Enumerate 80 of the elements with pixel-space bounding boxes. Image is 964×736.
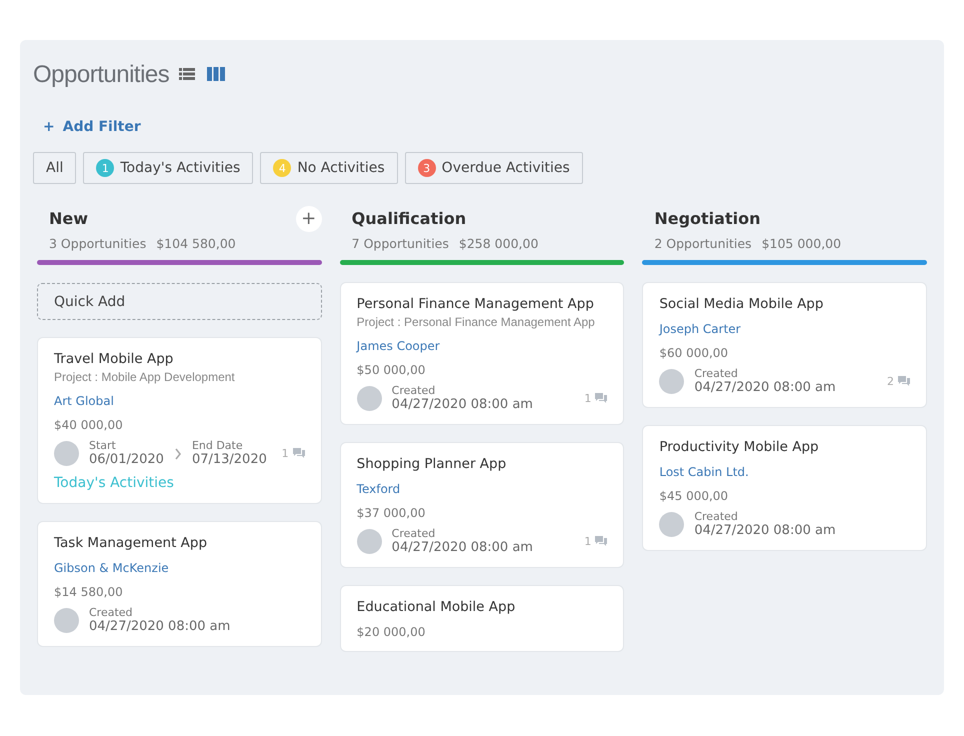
date-label: Created bbox=[694, 368, 739, 380]
comments-icon bbox=[595, 536, 608, 547]
amount-text: $40 000,00 bbox=[54, 418, 124, 432]
date-label: Start bbox=[89, 440, 117, 452]
opportunity-count: 2 Opportunities bbox=[654, 236, 752, 251]
amount-text: $45 000,00 bbox=[659, 489, 730, 503]
comments-icon bbox=[898, 376, 910, 387]
avatar-icon bbox=[356, 386, 382, 411]
opportunity-card[interactable]: Educational Mobile App $20 000,00 bbox=[340, 585, 624, 652]
opportunity-count: 3 Opportunities bbox=[49, 236, 146, 251]
amount-text: $37 000,00 bbox=[356, 506, 426, 520]
date-value: 04/27/2020 08:00 am bbox=[392, 540, 533, 555]
opportunity-card[interactable]: Task Management App Gibson & McKenzie $14 580,00 Created 04/27/2020 08:00 am bbox=[37, 521, 322, 647]
avatar-icon bbox=[54, 608, 79, 633]
project-label: Project : Mobile App Development bbox=[54, 370, 236, 384]
amount-text: $50 000,00 bbox=[356, 363, 426, 377]
date-value: 04/27/2020 08:00 am bbox=[694, 380, 836, 395]
date-value: 04/27/2020 08:00 am bbox=[89, 619, 230, 634]
count-badge: 1 bbox=[96, 159, 114, 177]
date-label: Created bbox=[89, 607, 134, 619]
comment-count: 1 bbox=[584, 392, 592, 405]
column-total: $105 000,00 bbox=[762, 236, 842, 251]
date-label: Created bbox=[694, 511, 739, 523]
date-label: Created bbox=[392, 385, 436, 397]
opportunity-card[interactable]: Shopping Planner App Texford $37 000,00 Created 04/27/2020 08:00 am 1 bbox=[340, 442, 624, 568]
filter-button[interactable]: 4 No Activities bbox=[260, 152, 398, 184]
comments-icon bbox=[292, 448, 305, 459]
column-total: $104 580,00 bbox=[156, 236, 236, 251]
opportunity-card[interactable]: Productivity Mobile App Lost Cabin Ltd. $45 000,00 Created 04/27/2020 08:00 am bbox=[642, 425, 928, 551]
card-title: Personal Finance Management App bbox=[356, 296, 595, 312]
comments-icon bbox=[595, 393, 608, 404]
date-label: End Date bbox=[192, 440, 244, 452]
avatar-icon bbox=[659, 512, 684, 537]
avatar-icon bbox=[356, 529, 382, 554]
column-title: New bbox=[49, 209, 88, 228]
date-value: 04/27/2020 08:00 am bbox=[392, 397, 533, 412]
page-title: Opportunities bbox=[33, 61, 170, 89]
add-button[interactable]: + bbox=[296, 206, 322, 232]
card-title: Shopping Planner App bbox=[356, 456, 508, 472]
list-view-icon[interactable] bbox=[179, 67, 198, 83]
date-value: 04/27/2020 08:00 am bbox=[694, 523, 836, 538]
comment-count: 1 bbox=[282, 447, 289, 460]
filter-button[interactable]: 1 Today's Activities bbox=[83, 152, 254, 184]
amount-text: $20 000,00 bbox=[356, 625, 426, 639]
add-filter-button[interactable]: + Add Filter bbox=[43, 115, 141, 139]
opportunity-count: 7 Opportunities bbox=[352, 236, 449, 251]
filter-button[interactable]: 3 Overdue Activities bbox=[404, 152, 583, 184]
date-label: Created bbox=[392, 528, 436, 540]
card-title: Travel Mobile App bbox=[54, 351, 174, 367]
filter-button[interactable]: All bbox=[33, 152, 76, 184]
project-label: Project : Personal Finance Management App bbox=[356, 315, 596, 329]
card-title: Productivity Mobile App bbox=[659, 439, 820, 455]
count-badge: 3 bbox=[418, 159, 436, 177]
chevron-icon bbox=[174, 448, 182, 460]
count-badge: 4 bbox=[273, 159, 292, 177]
column-total: $258 000,00 bbox=[458, 236, 538, 251]
opportunity-card[interactable]: Personal Finance Management App Project : Personal Finance Management App James Cooper $50 000,00 Created 04/27/2020 08:00 am 1 bbox=[340, 282, 624, 425]
comment-count: 1 bbox=[584, 535, 592, 548]
avatar-icon bbox=[54, 441, 79, 466]
amount-text: $60 000,00 bbox=[659, 346, 730, 360]
column-title: Qualification bbox=[352, 209, 466, 228]
contact-link[interactable]: Art Global bbox=[54, 394, 305, 408]
date-value: 07/13/2020 bbox=[192, 452, 267, 467]
opportunity-card[interactable]: Social Media Mobile App Joseph Carter $60 000,00 Created 04/27/2020 08:00 am 2 bbox=[642, 282, 928, 408]
card-title: Social Media Mobile App bbox=[659, 296, 824, 312]
contact-link[interactable]: James Cooper bbox=[356, 339, 608, 353]
comment-count: 2 bbox=[887, 375, 894, 388]
date-value: 06/01/2020 bbox=[89, 452, 164, 467]
quick-add-field[interactable]: Quick Add bbox=[37, 283, 322, 320]
board-view-icon[interactable] bbox=[207, 67, 226, 83]
opportunity-card[interactable]: Travel Mobile App Project : Mobile App Development Art Global $40 000,00 Start 06/01/2020 End Date 07/13/2020 1 Today's Activities bbox=[37, 337, 322, 504]
contact-link[interactable]: Joseph Carter bbox=[659, 322, 910, 336]
contact-link[interactable]: Texford bbox=[356, 482, 608, 496]
avatar-icon bbox=[659, 369, 684, 394]
contact-link[interactable]: Gibson & McKenzie bbox=[54, 561, 305, 575]
amount-text: $14 580,00 bbox=[54, 585, 124, 599]
card-title: Educational Mobile App bbox=[356, 599, 516, 615]
column-title: Negotiation bbox=[654, 209, 760, 228]
card-title: Task Management App bbox=[54, 535, 208, 551]
contact-link[interactable]: Lost Cabin Ltd. bbox=[659, 465, 910, 479]
